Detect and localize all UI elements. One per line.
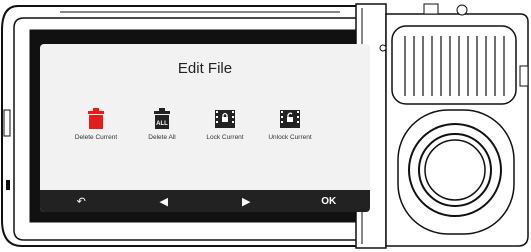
trash-red-icon xyxy=(88,108,104,129)
ok-button[interactable]: OK xyxy=(309,196,349,207)
back-button[interactable]: ↶ xyxy=(61,195,101,208)
next-button[interactable]: ▶ xyxy=(226,195,266,208)
option-delete-all[interactable]: ALL Delete All xyxy=(127,106,197,141)
option-label: Delete Current xyxy=(74,134,118,141)
camera-screen: Edit File Delete Current ALL Delete All xyxy=(40,44,370,212)
lock-file-icon xyxy=(215,110,235,128)
option-lock-current[interactable]: Lock Current xyxy=(190,106,260,141)
trash-all-icon: ALL xyxy=(154,108,170,129)
option-label: Delete All xyxy=(148,134,176,141)
option-unlock-current[interactable]: Unlock Current xyxy=(255,106,325,141)
screen-title: Edit File xyxy=(177,60,233,77)
camera-device: Edit File Delete Current ALL Delete All xyxy=(0,0,531,252)
unlock-file-icon xyxy=(280,110,300,128)
option-label: Unlock Current xyxy=(268,134,312,141)
option-delete-current[interactable]: Delete Current xyxy=(61,106,131,141)
option-label: Lock Current xyxy=(206,134,244,141)
trash-all-badge: ALL xyxy=(156,121,168,127)
previous-button[interactable]: ◀ xyxy=(144,195,184,208)
bottom-bar: ↶ ◀ ▶ OK xyxy=(40,190,370,212)
